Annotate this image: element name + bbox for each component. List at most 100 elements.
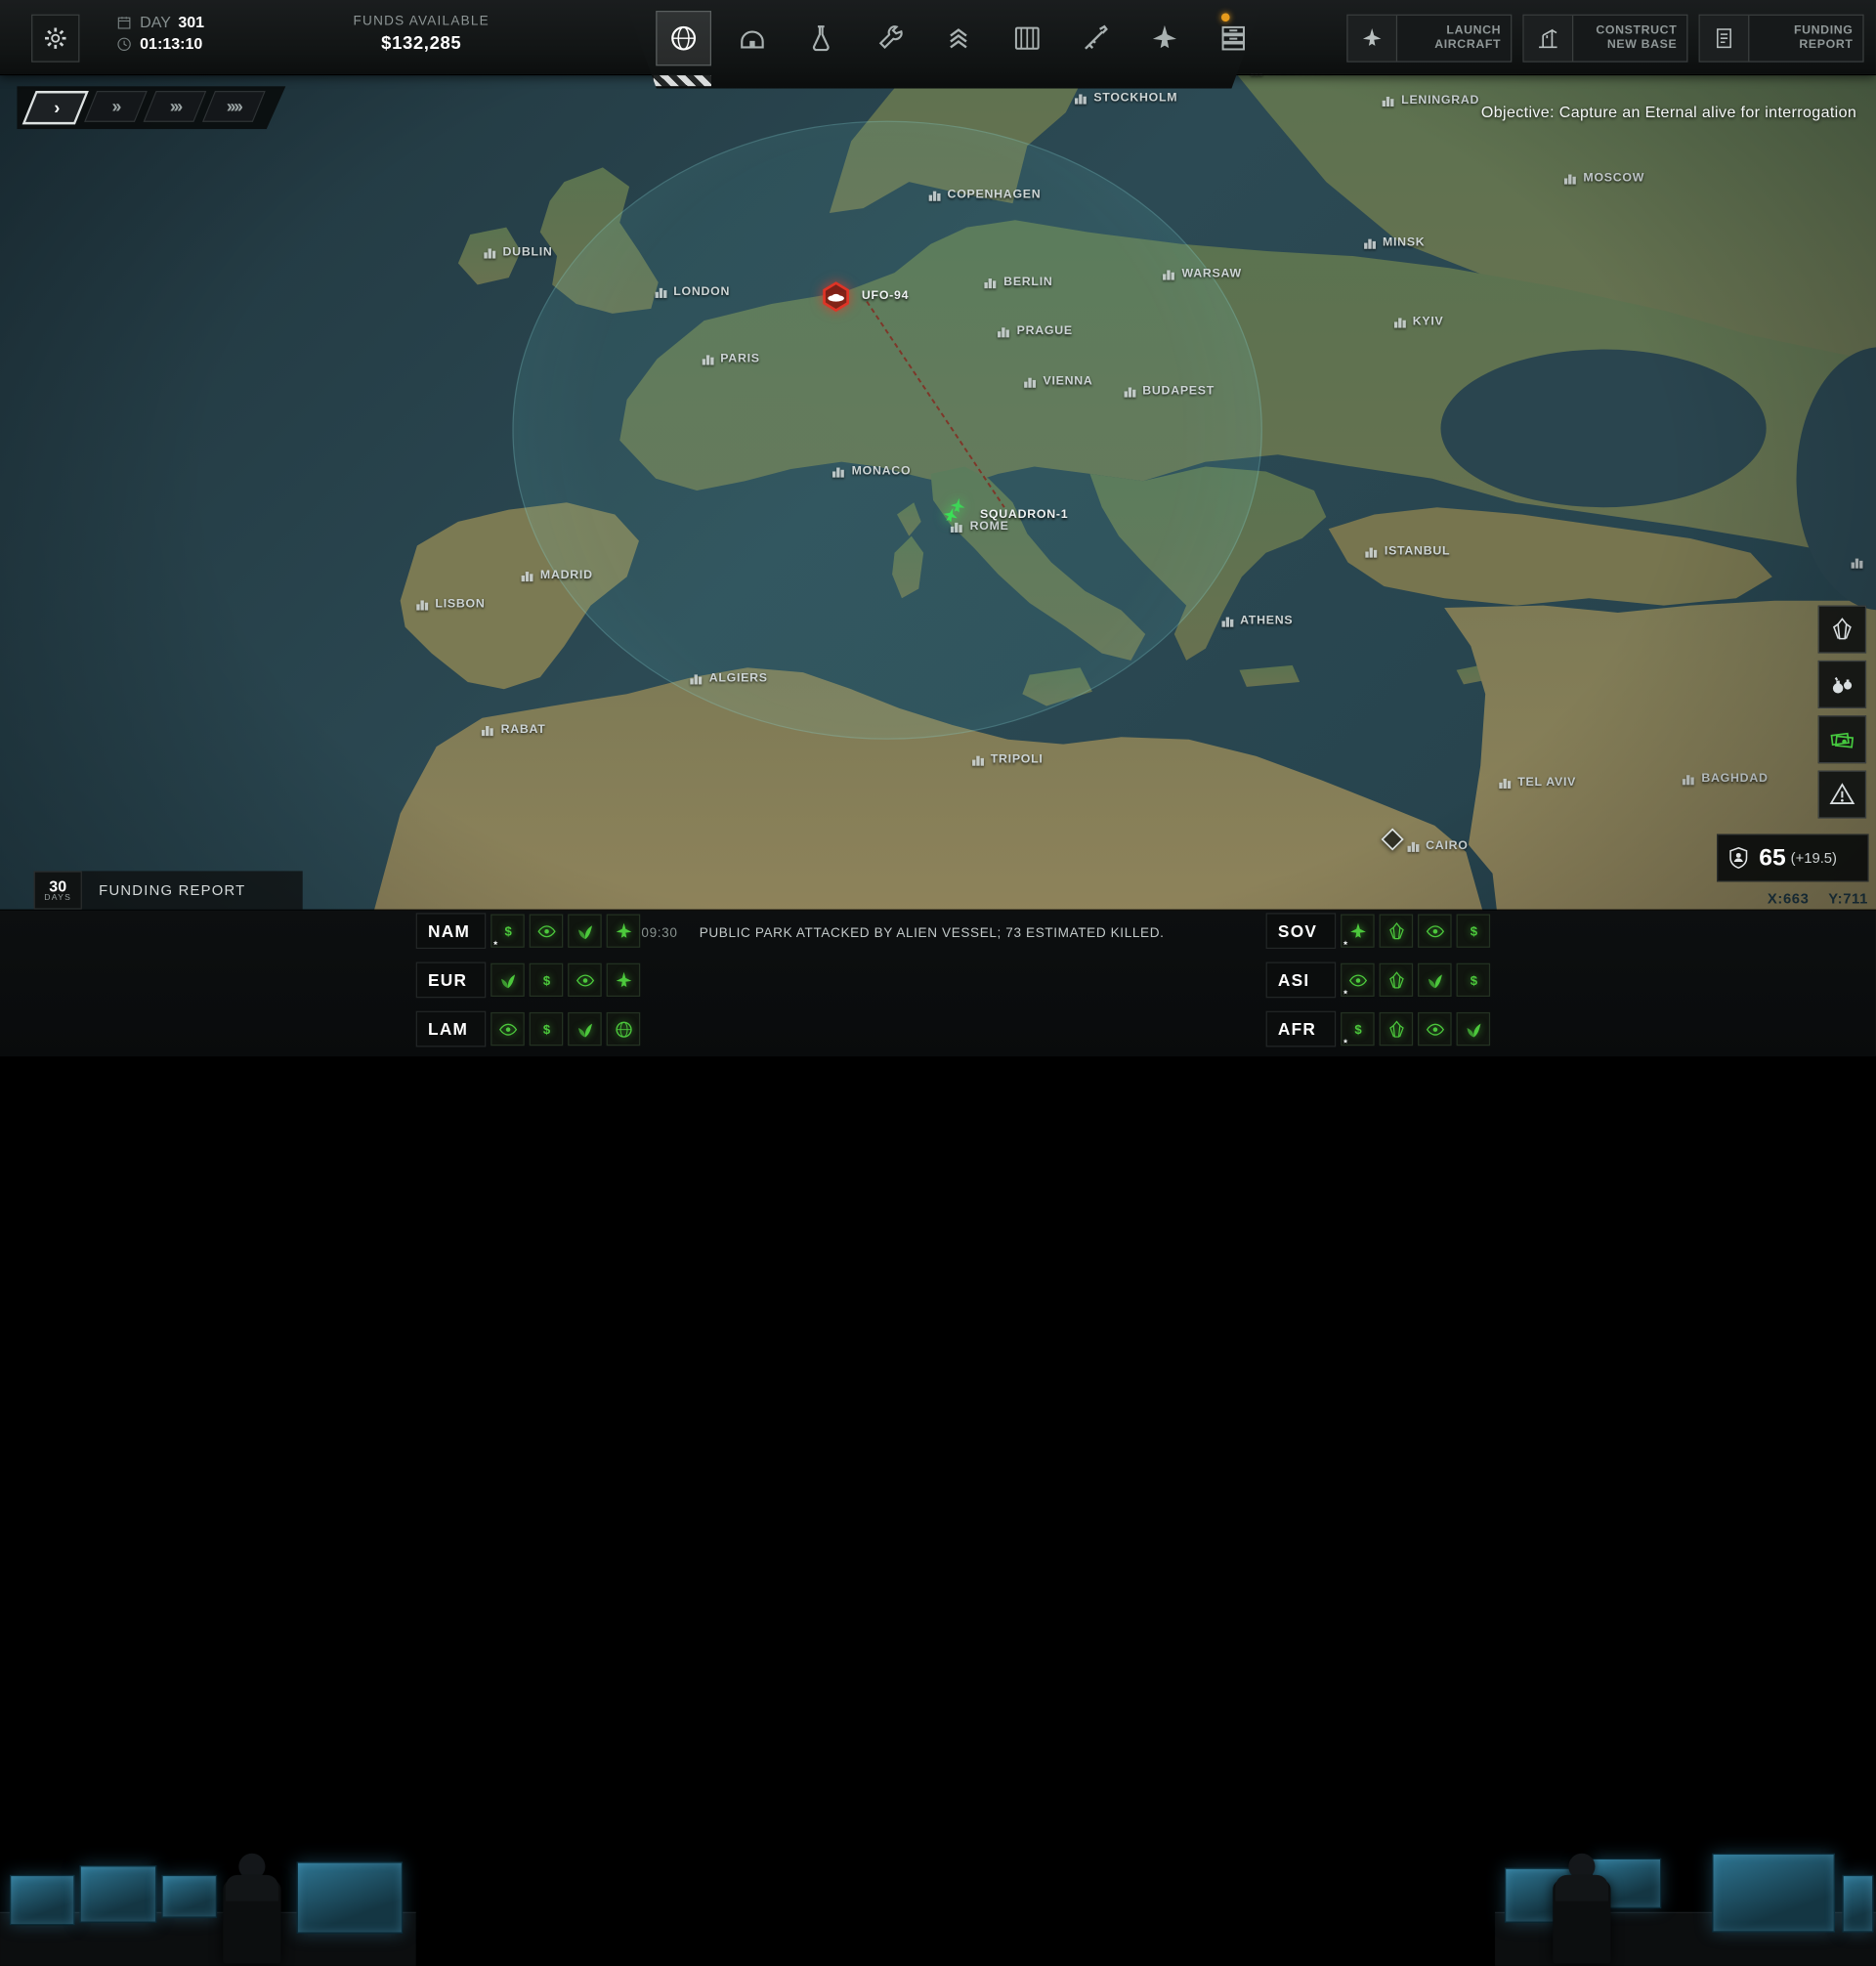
nav-geoscape[interactable] xyxy=(656,11,711,65)
crystal-icon xyxy=(1829,617,1855,643)
time-speed-controls: ›››››››››› xyxy=(17,86,285,129)
time-speed-4-button[interactable]: ›››› xyxy=(202,91,266,122)
city-minsk[interactable]: MINSK xyxy=(1363,236,1425,249)
region-afr-crystal-icon[interactable] xyxy=(1380,1012,1414,1046)
region-nam-eye-icon[interactable] xyxy=(530,915,564,948)
city-rabat[interactable]: RABAT xyxy=(482,724,546,737)
construct-new-base-button[interactable]: CONSTRUCTNEW BASE xyxy=(1522,15,1687,63)
city-budapest[interactable]: BUDAPEST xyxy=(1123,385,1215,398)
region-eur-jet-icon[interactable] xyxy=(607,963,641,997)
city-cairo[interactable]: CAIRO xyxy=(1406,839,1468,852)
region-lam-eye-icon[interactable] xyxy=(490,1012,525,1046)
city-label: BUDAPEST xyxy=(1142,385,1215,398)
city-tel-aviv[interactable]: TEL AVIV xyxy=(1498,776,1576,789)
region-sov-jet-icon[interactable] xyxy=(1341,915,1375,948)
eye-icon xyxy=(1425,1019,1445,1040)
region-sov-crystal-icon[interactable] xyxy=(1380,915,1414,948)
region-asi-eye-icon[interactable] xyxy=(1341,963,1375,997)
city-icon xyxy=(702,352,715,364)
nav-containment[interactable] xyxy=(1000,11,1055,65)
city-stockholm[interactable]: STOCKHOLM xyxy=(1075,92,1178,105)
funds-label: FUNDS AVAILABLE xyxy=(304,15,539,29)
region-afr-eye-icon[interactable] xyxy=(1418,1012,1452,1046)
time-speed-1-button[interactable]: › xyxy=(22,91,89,124)
region-sov-eye-icon[interactable] xyxy=(1418,915,1452,948)
region-lam-plant-icon[interactable] xyxy=(568,1012,602,1046)
funds-cards-button[interactable] xyxy=(1818,715,1866,763)
city-moscow[interactable]: MOSCOW xyxy=(1564,172,1644,185)
region-afr-dollar-icon[interactable]: $ xyxy=(1341,1012,1375,1046)
nav-base[interactable] xyxy=(725,11,781,65)
region-nam-dollar-icon[interactable]: $ xyxy=(490,915,525,948)
notification-dot xyxy=(1221,13,1230,21)
city-copenhagen[interactable]: COPENHAGEN xyxy=(928,189,1042,201)
region-code-asi: ASI xyxy=(1266,962,1337,998)
research-icon xyxy=(805,22,836,54)
city-istanbul[interactable]: ISTANBUL xyxy=(1365,545,1450,558)
city-berlin[interactable]: BERLIN xyxy=(984,277,1052,289)
region-nam-jet-icon[interactable] xyxy=(607,915,641,948)
alien-materials-button[interactable] xyxy=(1818,606,1866,654)
region-eur-dollar-icon[interactable]: $ xyxy=(530,963,564,997)
nav-research[interactable] xyxy=(793,11,849,65)
city-warsaw[interactable]: WARSAW xyxy=(1163,268,1242,280)
city-prague[interactable]: PRAGUE xyxy=(998,324,1073,337)
city-baghdad[interactable]: BAGHDAD xyxy=(1683,772,1769,785)
city-lisbon[interactable]: LISBON xyxy=(416,598,486,611)
city-monaco[interactable]: MONACO xyxy=(832,465,911,478)
city-kyiv[interactable]: KYIV xyxy=(1393,316,1444,328)
city-icon xyxy=(484,245,497,258)
funding-countdown[interactable]: 30 DAYS FUNDING REPORT xyxy=(34,871,303,909)
nav-aircraft[interactable] xyxy=(1137,11,1193,65)
nav-engineering[interactable] xyxy=(862,11,917,65)
city-unlabeled[interactable] xyxy=(1851,556,1870,569)
city-madrid[interactable]: MADRID xyxy=(521,569,593,581)
region-lam-dollar-icon[interactable]: $ xyxy=(530,1012,564,1046)
region-sov-dollar-icon[interactable]: $ xyxy=(1457,915,1491,948)
svg-text:$: $ xyxy=(1354,1021,1362,1036)
city-athens[interactable]: ATHENS xyxy=(1220,614,1293,626)
score-counter[interactable]: 65 (+19.5) xyxy=(1717,833,1868,881)
region-asi-crystal-icon[interactable] xyxy=(1380,963,1414,997)
dollar-icon: $ xyxy=(1463,969,1483,990)
city-paris[interactable]: PARIS xyxy=(702,352,760,364)
city-tripoli[interactable]: TRIPOLI xyxy=(971,753,1044,766)
region-afr-plant-icon[interactable] xyxy=(1457,1012,1491,1046)
poi-diamond-marker[interactable] xyxy=(1379,826,1405,858)
funding-report-button[interactable]: FUNDINGREPORT xyxy=(1699,15,1864,63)
city-algiers[interactable]: ALGIERS xyxy=(690,672,768,685)
launch-aircraft-button[interactable]: LAUNCHAIRCRAFT xyxy=(1346,15,1512,63)
calendar-icon xyxy=(115,14,132,30)
squadron-marker[interactable]: SQUADRON-1 xyxy=(939,499,1068,531)
city-icon xyxy=(971,753,985,766)
region-asi-dollar-icon[interactable]: $ xyxy=(1457,963,1491,997)
nav-selection-stripe xyxy=(654,75,711,86)
time-speed-2-button[interactable]: ›› xyxy=(84,91,148,122)
region-lam-globe-icon[interactable] xyxy=(607,1012,641,1046)
city-label: DUBLIN xyxy=(503,245,553,258)
jet-icon xyxy=(613,969,633,990)
plant-icon xyxy=(1463,1019,1483,1040)
ordnance-button[interactable] xyxy=(1818,661,1866,708)
ufo-marker[interactable]: UFO-94 xyxy=(821,281,909,313)
region-eur-plant-icon[interactable] xyxy=(490,963,525,997)
nav-personnel[interactable] xyxy=(931,11,987,65)
stores-icon xyxy=(1217,22,1249,54)
nav-armory[interactable] xyxy=(1068,11,1124,65)
city-dublin[interactable]: DUBLIN xyxy=(484,245,553,258)
city-label: LENINGRAD xyxy=(1401,94,1479,107)
settings-button[interactable] xyxy=(31,15,79,63)
nav-stores[interactable] xyxy=(1206,11,1261,65)
region-asi-plant-icon[interactable] xyxy=(1418,963,1452,997)
city-vienna[interactable]: VIENNA xyxy=(1024,375,1093,388)
time-speed-3-button[interactable]: ››› xyxy=(144,91,207,122)
rank-icon xyxy=(943,22,974,54)
city-icon xyxy=(1220,614,1234,626)
city-london[interactable]: LONDON xyxy=(655,285,731,298)
alerts-button[interactable] xyxy=(1818,771,1866,819)
eye-icon xyxy=(1425,920,1445,941)
region-nam-plant-icon[interactable] xyxy=(568,915,602,948)
city-leningrad[interactable]: LENINGRAD xyxy=(1382,94,1479,107)
plant-icon xyxy=(575,1019,595,1040)
region-eur-eye-icon[interactable] xyxy=(568,963,602,997)
